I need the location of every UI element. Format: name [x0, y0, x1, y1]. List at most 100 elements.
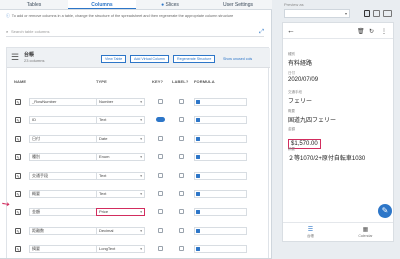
expand-icon[interactable]: ⤢ [259, 29, 264, 36]
key-toggle[interactable] [156, 117, 165, 123]
column-name-field[interactable]: _RowNumber [29, 98, 97, 106]
column-name-field[interactable]: 摘要 [29, 245, 97, 254]
col-header-label: LABEL? [172, 79, 189, 84]
label-checkbox[interactable] [179, 99, 184, 104]
edit-icon[interactable]: ✎ [15, 154, 21, 161]
edit-icon[interactable]: ✎ [15, 135, 21, 142]
column-row: ✎ 種別 Enum ▾ [10, 153, 270, 163]
list-icon: ☰ [307, 227, 314, 233]
column-row: ✎ _RowNumber Number ▾ [10, 98, 270, 108]
edit-icon[interactable]: ✎ [15, 246, 21, 253]
tablet-icon[interactable] [373, 10, 380, 17]
column-type-select[interactable]: Date ▾ [96, 134, 145, 143]
nav-item-calendar[interactable]: ▦ Calendar [338, 223, 393, 242]
preview-user-select[interactable]: ▾ [284, 9, 350, 18]
field-value: 有料経路 [288, 61, 313, 67]
label-checkbox[interactable] [179, 246, 184, 252]
chevron-down-icon: ▾ [140, 155, 142, 160]
phone-icon[interactable] [364, 10, 370, 17]
nav-item-ledger[interactable]: ☰ 台帳 [283, 223, 338, 242]
key-checkbox[interactable] [158, 154, 163, 160]
tab-bar: Tables Columns ● Slices User Settings [0, 0, 272, 10]
key-checkbox[interactable] [158, 135, 163, 141]
tab-slices-label: Slices [165, 2, 179, 8]
formula-field[interactable] [194, 116, 247, 125]
formula-field[interactable] [194, 153, 247, 162]
chevron-down-icon: ▾ [140, 210, 142, 215]
label-checkbox[interactable] [179, 135, 184, 141]
label-checkbox[interactable] [179, 117, 184, 123]
column-type-value: Text [99, 191, 107, 196]
view-table-button[interactable]: View Table [101, 55, 127, 63]
show-unused-cols-link[interactable]: Show unused cols [223, 57, 252, 61]
key-checkbox[interactable] [158, 172, 163, 178]
desktop-icon[interactable] [383, 10, 392, 17]
field-value: 国道九四フェリー [288, 118, 337, 124]
edit-icon[interactable]: ✎ [15, 209, 21, 216]
detail-field: 交通手段 フェリー [288, 90, 312, 105]
add-virtual-column-button[interactable]: Add Virtual Column [130, 55, 169, 63]
more-icon[interactable]: ⋮ [381, 28, 387, 35]
column-type-select[interactable]: Enum ▾ [96, 153, 145, 162]
back-arrow-icon[interactable]: ← [287, 26, 295, 35]
label-checkbox[interactable] [179, 172, 184, 178]
key-checkbox[interactable] [158, 246, 163, 252]
formula-field[interactable] [194, 134, 247, 143]
tab-tables[interactable]: Tables [0, 0, 68, 9]
chevron-down-icon: ▾ [140, 192, 142, 196]
field-label: 交通手段 [288, 90, 302, 94]
key-checkbox[interactable] [158, 209, 163, 215]
column-row: ✎ 交通手段 Text ▾ [10, 171, 270, 182]
column-row: ✎ 摘要 LongText ▾ [10, 245, 270, 255]
formula-field[interactable] [194, 190, 247, 198]
formula-icon [196, 192, 200, 196]
editor-panel: Tables Columns ● Slices User Settings ⓘ T… [0, 0, 272, 259]
formula-field[interactable] [194, 245, 247, 254]
key-checkbox[interactable] [158, 227, 163, 233]
chevron-down-icon: ▾ [140, 173, 142, 178]
tab-columns[interactable]: Columns [68, 0, 136, 9]
column-type-select[interactable]: LongText ▾ [96, 245, 145, 254]
column-type-select[interactable]: Price ▾ [96, 208, 145, 217]
edit-icon[interactable]: ✎ [15, 191, 21, 197]
regenerate-structure-button[interactable]: Regenerate Structure [173, 55, 216, 63]
column-type-select[interactable]: Text ▾ [96, 171, 145, 180]
column-name-field[interactable]: ID [29, 116, 97, 125]
column-name-field[interactable]: 概要 [29, 190, 97, 198]
edit-icon[interactable]: ✎ [15, 227, 21, 234]
column-type-select[interactable]: Text ▾ [96, 190, 145, 198]
column-type-select[interactable]: Number ▾ [96, 98, 145, 106]
edit-icon[interactable]: ✎ [15, 117, 21, 124]
tab-slices[interactable]: ● Slices [136, 0, 204, 9]
formula-icon [196, 247, 200, 252]
column-name-field[interactable]: 種別 [29, 153, 97, 162]
column-type-select[interactable]: Text ▾ [96, 116, 145, 125]
column-name-field[interactable]: 距離数 [29, 226, 97, 235]
search-bar[interactable]: ⌕ Search table columns ⤢ [6, 29, 264, 37]
formula-field[interactable] [194, 98, 247, 106]
edit-icon[interactable]: ✎ [15, 99, 21, 105]
formula-field[interactable] [194, 208, 247, 217]
refresh-icon[interactable]: ↻ [369, 28, 374, 35]
column-type-value: Decimal [99, 227, 114, 233]
label-checkbox[interactable] [179, 209, 184, 215]
label-checkbox[interactable] [179, 227, 184, 233]
key-checkbox[interactable] [158, 99, 163, 104]
column-name-field[interactable]: 日付 [29, 134, 97, 143]
formula-field[interactable] [194, 171, 247, 180]
formula-field[interactable] [194, 226, 247, 235]
label-checkbox[interactable] [179, 154, 184, 160]
edit-icon[interactable]: ✎ [15, 172, 21, 179]
label-checkbox[interactable] [179, 191, 184, 196]
column-row: ✎ 日付 Date ▾ [10, 134, 270, 145]
column-name-field[interactable]: 交通手段 [29, 171, 97, 180]
column-row: ✎ 金額 Price ▾ [10, 208, 270, 218]
tab-user-settings[interactable]: User Settings [204, 0, 272, 9]
search-input[interactable]: Search table columns [11, 29, 49, 34]
column-name-field[interactable]: 金額 [29, 208, 97, 217]
hint-label: To add or remove columns in a table, cha… [11, 14, 234, 18]
column-type-select[interactable]: Decimal ▾ [96, 226, 145, 235]
edit-fab-button[interactable]: ✎ [378, 204, 392, 218]
delete-icon[interactable]: 🗑 [357, 28, 365, 35]
key-checkbox[interactable] [158, 191, 163, 196]
